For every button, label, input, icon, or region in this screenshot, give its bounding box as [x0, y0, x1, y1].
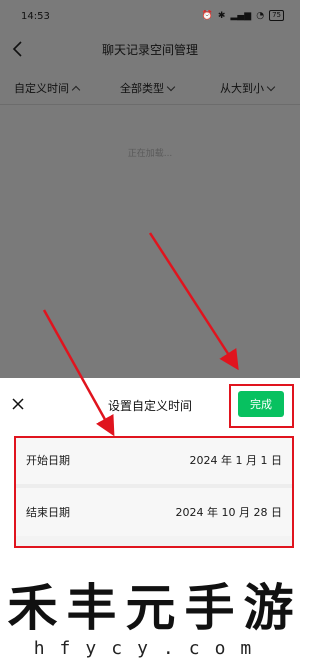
app-background: 14:53 ⏰ ✱ ▂▄▆ ◔ 75 聊天记录空间管理 自定义时间 全部类型 从… [0, 0, 300, 378]
page-title: 聊天记录空间管理 [101, 43, 198, 57]
status-bar: 14:53 ⏰ ✱ ▂▄▆ ◔ 75 [0, 0, 300, 32]
watermark-char: 游 [243, 579, 294, 637]
nav-bar: 聊天记录空间管理 [0, 32, 300, 66]
chevron-down-icon [166, 82, 176, 91]
filter-type-label: 全部类型 [120, 82, 164, 95]
battery-icon: 75 [269, 10, 284, 21]
status-icons: ⏰ ✱ ▂▄▆ ◔ 75 [202, 10, 284, 21]
watermark-url: hfycy.com [33, 638, 267, 659]
annotation-box-dates [14, 436, 294, 548]
wifi-icon: ◔ [256, 10, 265, 21]
filter-bar: 自定义时间 全部类型 从大到小 [0, 72, 300, 104]
bluetooth-icon: ✱ [217, 10, 226, 21]
watermark-char: 手 [184, 579, 235, 637]
divider [0, 104, 300, 105]
chevron-down-icon [266, 82, 276, 91]
watermark-chars: 禾 丰 元 手 游 [4, 580, 297, 636]
filter-time[interactable]: 自定义时间 [14, 80, 81, 96]
loading-text: 正在加载... [127, 149, 173, 159]
watermark-char: 元 [125, 579, 176, 637]
status-time: 14:53 [21, 11, 50, 22]
watermark-char: 禾 [7, 579, 58, 637]
signal-icon: ▂▄▆ [230, 10, 252, 21]
filter-time-label: 自定义时间 [14, 82, 69, 95]
chevron-up-icon [71, 85, 81, 94]
filter-type[interactable]: 全部类型 [120, 80, 176, 96]
alarm-icon: ⏰ [201, 10, 213, 21]
watermark-char: 丰 [66, 579, 117, 637]
filter-sort[interactable]: 从大到小 [220, 80, 276, 96]
watermark-logo: 禾 丰 元 手 游 hfycy.com [0, 570, 300, 670]
annotation-box-done [229, 384, 294, 428]
filter-sort-label: 从大到小 [220, 82, 264, 95]
